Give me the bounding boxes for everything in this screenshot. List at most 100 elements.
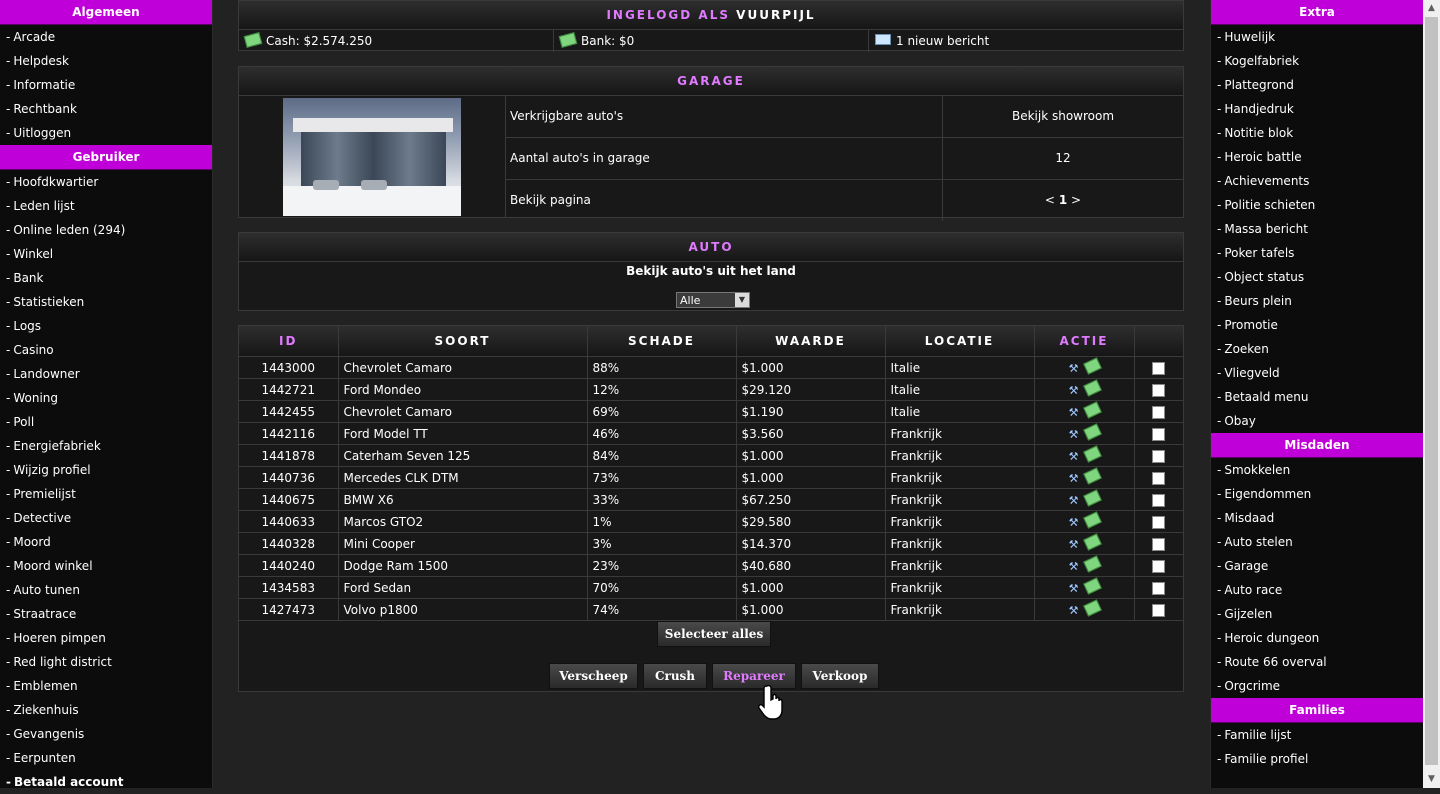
wrench-icon[interactable]: ⚒: [1068, 407, 1079, 418]
sidebar-item-label[interactable]: Statistieken: [13, 295, 84, 309]
sidebar-item-label[interactable]: Moord winkel: [13, 559, 92, 573]
sidebar-item-label[interactable]: Emblemen: [13, 679, 77, 693]
sidebar-item-auto-stelen[interactable]: - Auto stelen: [1211, 530, 1423, 554]
sidebar-item-label[interactable]: Detective: [13, 511, 71, 525]
sidebar-item-label[interactable]: Bank: [13, 271, 43, 285]
sidebar-item-label[interactable]: Wijzig profiel: [13, 463, 90, 477]
row-checkbox[interactable]: [1152, 383, 1166, 397]
sidebar-item-label[interactable]: Plattegrond: [1224, 78, 1294, 92]
money-icon[interactable]: [1083, 533, 1102, 551]
ship-button[interactable]: Verscheep: [549, 663, 638, 689]
sidebar-item-label[interactable]: Uitloggen: [13, 126, 71, 140]
sidebar-item-emblemen[interactable]: - Emblemen: [0, 674, 212, 698]
row-checkbox[interactable]: [1152, 449, 1166, 463]
sidebar-item-hoeren-pimpen[interactable]: - Hoeren pimpen: [0, 626, 212, 650]
sidebar-item-huwelijk[interactable]: - Huwelijk: [1211, 25, 1423, 49]
sidebar-item-label[interactable]: Winkel: [13, 247, 53, 261]
row-checkbox[interactable]: [1152, 559, 1166, 573]
sidebar-item-plattegrond[interactable]: - Plattegrond: [1211, 73, 1423, 97]
row-checkbox[interactable]: [1152, 493, 1166, 507]
sidebar-item-familie-profiel[interactable]: - Familie profiel: [1211, 747, 1423, 771]
sidebar-item-betaald-menu[interactable]: - Betaald menu: [1211, 385, 1423, 409]
money-icon[interactable]: [1083, 555, 1102, 573]
sidebar-item-label[interactable]: Obay: [1224, 414, 1256, 428]
sidebar-item-auto-tunen[interactable]: - Auto tunen: [0, 578, 212, 602]
sidebar-item-casino[interactable]: - Casino: [0, 338, 212, 362]
sidebar-item-auto-race[interactable]: - Auto race: [1211, 578, 1423, 602]
wrench-icon[interactable]: ⚒: [1068, 451, 1079, 462]
sidebar-item-label[interactable]: Auto race: [1224, 583, 1282, 597]
money-icon[interactable]: [1083, 467, 1102, 485]
sidebar-item-achievements[interactable]: - Achievements: [1211, 169, 1423, 193]
messages-link[interactable]: 1 nieuw bericht: [869, 30, 1183, 52]
sidebar-item-label[interactable]: Route 66 overval: [1224, 655, 1326, 669]
sidebar-item-helpdesk[interactable]: - Helpdesk: [0, 49, 212, 73]
row-checkbox[interactable]: [1152, 537, 1166, 551]
sidebar-item-massa-bericht[interactable]: - Massa bericht: [1211, 217, 1423, 241]
pager-next-link[interactable]: >: [1071, 193, 1081, 207]
sidebar-item-label[interactable]: Kogelfabriek: [1224, 54, 1299, 68]
sidebar-item-beurs-plein[interactable]: - Beurs plein: [1211, 289, 1423, 313]
column-header-actie[interactable]: ACTIE: [1034, 326, 1135, 357]
scroll-up-arrow-icon[interactable]: ▲: [1423, 0, 1440, 17]
sidebar-item-winkel[interactable]: - Winkel: [0, 242, 212, 266]
sidebar-item-label[interactable]: Leden lijst: [13, 199, 74, 213]
money-icon[interactable]: [1083, 489, 1102, 507]
sidebar-item-label[interactable]: Straatrace: [13, 607, 76, 621]
sidebar-item-label[interactable]: Hoeren pimpen: [13, 631, 105, 645]
sidebar-item-woning[interactable]: - Woning: [0, 386, 212, 410]
sidebar-item-zoeken[interactable]: - Zoeken: [1211, 337, 1423, 361]
sidebar-item-label[interactable]: Rechtbank: [13, 102, 77, 116]
page-scrollbar[interactable]: ▲ ▼: [1423, 0, 1440, 788]
sidebar-item-gijzelen[interactable]: - Gijzelen: [1211, 602, 1423, 626]
pager-prev-link[interactable]: <: [1045, 193, 1055, 207]
country-select[interactable]: Alle ▼: [676, 292, 750, 308]
sidebar-item-premielijst[interactable]: - Premielijst: [0, 482, 212, 506]
sidebar-item-label[interactable]: Gevangenis: [13, 727, 84, 741]
sidebar-item-label[interactable]: Familie lijst: [1224, 728, 1291, 742]
sidebar-item-label[interactable]: Ziekenhuis: [13, 703, 78, 717]
wrench-icon[interactable]: ⚒: [1068, 539, 1079, 550]
row-checkbox[interactable]: [1152, 405, 1166, 419]
sidebar-item-obay[interactable]: - Obay: [1211, 409, 1423, 433]
sidebar-item-vliegveld[interactable]: - Vliegveld: [1211, 361, 1423, 385]
sidebar-item-label[interactable]: Helpdesk: [13, 54, 69, 68]
row-checkbox[interactable]: [1152, 603, 1166, 617]
sidebar-item-label[interactable]: Zoeken: [1224, 342, 1268, 356]
sidebar-item-label[interactable]: Politie schieten: [1224, 198, 1315, 212]
messages-count[interactable]: 1 nieuw bericht: [896, 34, 989, 48]
wrench-icon[interactable]: ⚒: [1068, 605, 1079, 616]
money-icon[interactable]: [1083, 445, 1102, 463]
sidebar-item-label[interactable]: Woning: [13, 391, 58, 405]
sidebar-item-label[interactable]: Betaald menu: [1224, 390, 1308, 404]
sidebar-item-label[interactable]: Arcade: [13, 30, 55, 44]
sidebar-item-garage[interactable]: - Garage: [1211, 554, 1423, 578]
showroom-link[interactable]: Bekijk showroom: [943, 96, 1183, 137]
sidebar-item-poker-tafels[interactable]: - Poker tafels: [1211, 241, 1423, 265]
sidebar-item-wijzig-profiel[interactable]: - Wijzig profiel: [0, 458, 212, 482]
sidebar-item-eigendommen[interactable]: - Eigendommen: [1211, 482, 1423, 506]
sidebar-item-red-light-district[interactable]: - Red light district: [0, 650, 212, 674]
money-icon[interactable]: [1083, 401, 1102, 419]
sidebar-item-label[interactable]: Beurs plein: [1224, 294, 1292, 308]
row-checkbox[interactable]: [1152, 471, 1166, 485]
sidebar-item-label[interactable]: Orgcrime: [1224, 679, 1280, 693]
scroll-down-arrow-icon[interactable]: ▼: [1423, 771, 1440, 788]
sidebar-item-familie-lijst[interactable]: - Familie lijst: [1211, 723, 1423, 747]
sidebar-item-politie-schieten[interactable]: - Politie schieten: [1211, 193, 1423, 217]
sidebar-item-label[interactable]: Online leden (294): [13, 223, 125, 237]
money-icon[interactable]: [1083, 511, 1102, 529]
sidebar-item-moord-winkel[interactable]: - Moord winkel: [0, 554, 212, 578]
sidebar-item-label[interactable]: Achievements: [1224, 174, 1309, 188]
pager-current-page[interactable]: 1: [1059, 193, 1067, 207]
wrench-icon[interactable]: ⚒: [1068, 561, 1079, 572]
sidebar-item-handjedruk[interactable]: - Handjedruk: [1211, 97, 1423, 121]
sidebar-item-smokkelen[interactable]: - Smokkelen: [1211, 458, 1423, 482]
wrench-icon[interactable]: ⚒: [1068, 473, 1079, 484]
sidebar-item-moord[interactable]: - Moord: [0, 530, 212, 554]
sidebar-item-heroic-battle[interactable]: - Heroic battle: [1211, 145, 1423, 169]
sidebar-item-notitie-blok[interactable]: - Notitie blok: [1211, 121, 1423, 145]
sidebar-item-landowner[interactable]: - Landowner: [0, 362, 212, 386]
row-checkbox[interactable]: [1152, 515, 1166, 529]
sidebar-item-rechtbank[interactable]: - Rechtbank: [0, 97, 212, 121]
